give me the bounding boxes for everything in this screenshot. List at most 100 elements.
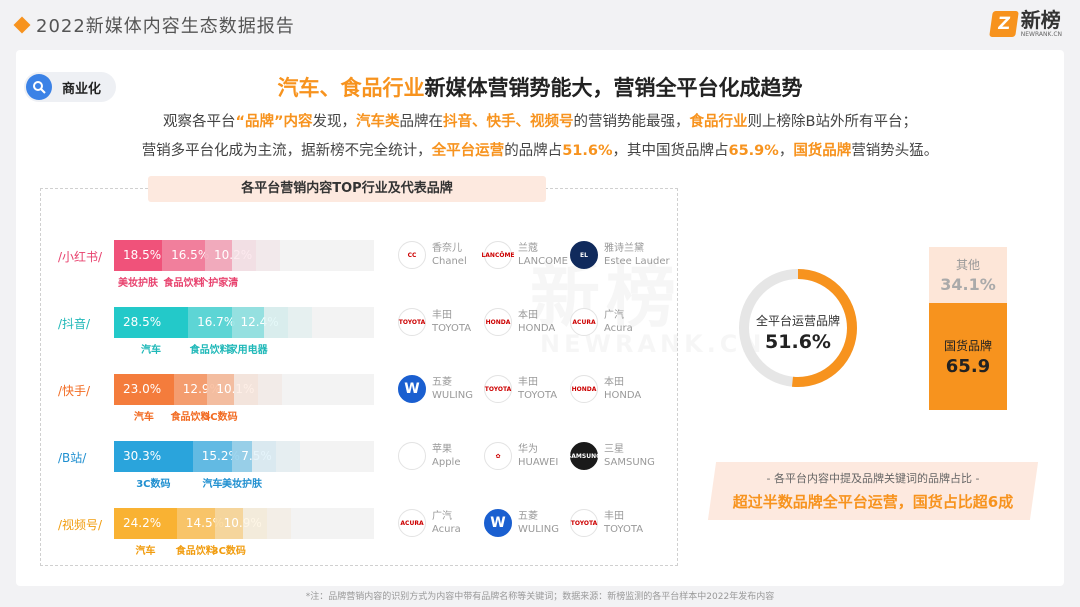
apple-logo	[398, 442, 426, 470]
category-label: 汽车	[133, 412, 154, 423]
brand-name-cn: 广汽	[432, 511, 452, 522]
report-title: 2022新媒体内容生态数据报告	[36, 16, 295, 37]
brand-item: SAMSUNG 三星 SAMSUNG	[567, 442, 655, 470]
donut-label: 全平台运营品牌	[755, 314, 840, 328]
category-label: 3C数码	[203, 412, 238, 423]
subtitle-2-part: 51.6%	[562, 143, 613, 159]
platform-label: /小红书/	[58, 250, 103, 264]
brand-item: TOYOTA 丰田 TOYOTA	[398, 308, 471, 336]
brand-name-cn: 五菱	[432, 377, 452, 388]
brand-name-cn: 本田	[518, 310, 538, 321]
brand-name-en: Estee Lauder	[604, 256, 670, 267]
category-label: 家用电器	[227, 345, 268, 356]
bar-segment-other	[257, 374, 282, 405]
bar-track: 28.5% 16.7% 12.4%	[114, 307, 374, 338]
brand-name-en: SAMSUNG	[604, 457, 655, 468]
brand-name-cn: 广汽	[604, 310, 624, 321]
brand-name-en: LANCOME	[518, 256, 568, 267]
bar-segment-other	[242, 508, 267, 539]
brand-name-en: TOYOTA	[604, 524, 644, 535]
brand-name: 广汽 Acura	[432, 510, 461, 536]
headline: 汽车、食品行业新媒体营销势能大，营销全平台化成趋势	[0, 72, 1080, 102]
subtitle-2-part: ，其中国货品牌占	[612, 143, 729, 159]
brand-item: W 五菱 WULING	[398, 375, 473, 403]
toyota-logo: TOYOTA	[398, 308, 426, 336]
brand-name-en: HONDA	[604, 390, 642, 401]
brand-name-en: Acura	[432, 524, 461, 535]
toyota-logo: TOYOTA	[484, 375, 512, 403]
category-label: 食品饮料	[189, 345, 230, 356]
category-label: 美妆护肤	[222, 479, 263, 490]
subtitle-1-part: “品牌”内容	[235, 114, 313, 130]
platform-label: /快手/	[58, 384, 91, 398]
bar-segment-other	[251, 441, 276, 472]
brand-name-en: HUAWEI	[518, 457, 559, 468]
brand-name-cn: 丰田	[604, 511, 624, 522]
headline-rest: 新媒体营销势能大，营销全平台化成趋势	[424, 76, 803, 100]
subtitle-2-part: 65.9%	[728, 143, 779, 159]
bar-segment-other	[263, 307, 288, 338]
brand-item: HONDA 本田 HONDA	[484, 308, 555, 336]
brand-name: 苹果 Apple	[432, 443, 460, 469]
brand-name-en: Apple	[432, 457, 461, 468]
brand-name-cn: 华为	[518, 444, 538, 455]
logo-mark: Z	[988, 11, 1019, 37]
brand-name-en: WULING	[432, 390, 473, 401]
brand-name: 三星 SAMSUNG	[604, 443, 655, 469]
category-label: 汽车	[135, 546, 156, 557]
brand-name-cn: 苹果	[432, 444, 452, 455]
category-label: 3C数码	[211, 546, 246, 557]
brand-name-en: Chanel	[432, 256, 467, 267]
honda-logo: HONDA	[570, 375, 598, 403]
honda-logo: HONDA	[484, 308, 512, 336]
brand-name-cn: 丰田	[432, 310, 452, 321]
bar-segment-other	[255, 240, 280, 271]
brand-item: ACURA 广汽 Acura	[398, 509, 461, 537]
brand-name: 雅诗兰黛 Estee Lauder	[604, 242, 670, 268]
stack-other-name: 其他	[955, 258, 980, 272]
subtitle-1-part: 品牌在	[399, 114, 444, 130]
brand-item: CC 香奈儿 Chanel	[398, 241, 467, 269]
brand-name: 广汽 Acura	[604, 309, 633, 335]
brand-item: TOYOTA 丰田 TOYOTA	[570, 509, 643, 537]
brand-name-en: WULING	[518, 524, 559, 535]
bar-value-label: 24.2%	[123, 516, 162, 530]
brand-name-en: HONDA	[518, 323, 556, 334]
stack-domestic-value: 65.9	[945, 355, 991, 377]
bar-value-label: 23.0%	[123, 382, 162, 396]
brand-name: 香奈儿 Chanel	[432, 242, 467, 268]
brand-name-cn: 本田	[604, 377, 624, 388]
subtitle-2-part: 营销多平台化成为主流，据新榜不完全统计，	[141, 143, 432, 159]
brand-name-cn: 三星	[604, 444, 624, 455]
donut-value: 51.6%	[765, 331, 831, 353]
brand-name-cn: 雅诗兰黛	[604, 243, 644, 254]
brand-name: 华为 HUAWEI	[518, 443, 558, 469]
brand-name-en: TOYOTA	[518, 390, 558, 401]
newrank-logo: Z 新榜 NEWRANK.CN	[988, 10, 1062, 38]
brand-name: 丰田 TOYOTA	[604, 510, 643, 536]
conclusion-subtitle: - 各平台内容中提及品牌关键词的品牌占比 -	[766, 472, 980, 485]
bar-track: 18.5% 16.5% 10.2%	[114, 240, 374, 271]
brand-name: 丰田 TOYOTA	[518, 376, 557, 402]
estee-lauder-logo: EL	[570, 241, 598, 269]
brand-name: 五菱 WULING	[432, 376, 473, 402]
platform-label: /视频号/	[58, 518, 103, 532]
conclusion-main: 超过半数品牌全平台运营，国货占比超6成	[732, 493, 1014, 511]
category-label: 食品饮料	[175, 546, 216, 557]
bar-value-label: 16.5%	[171, 248, 210, 262]
brand-name: 本田 HONDA	[604, 376, 641, 402]
brand-item: ✿ 华为 HUAWEI	[484, 442, 558, 470]
brand-name-en: TOYOTA	[432, 323, 472, 334]
bar-segment-other	[231, 240, 256, 271]
bar-segment-other	[275, 441, 300, 472]
brand-item: LANCÔME 兰蔻 LANCOME	[481, 241, 568, 269]
brand-name: 五菱 WULING	[518, 510, 559, 536]
bar-segment-other	[287, 307, 312, 338]
bar-value-label: 16.7%	[197, 315, 236, 329]
bar-track: 30.3% 15.2% 7.5%	[114, 441, 374, 472]
stack-other-value: 34.1%	[940, 275, 996, 294]
diamond-icon	[13, 16, 31, 34]
subtitle-2-part: 营销势头猛。	[851, 143, 939, 159]
bar-track: 23.0% 12.9% 10.1%	[114, 374, 374, 405]
brand-item: 苹果 Apple	[398, 442, 460, 470]
